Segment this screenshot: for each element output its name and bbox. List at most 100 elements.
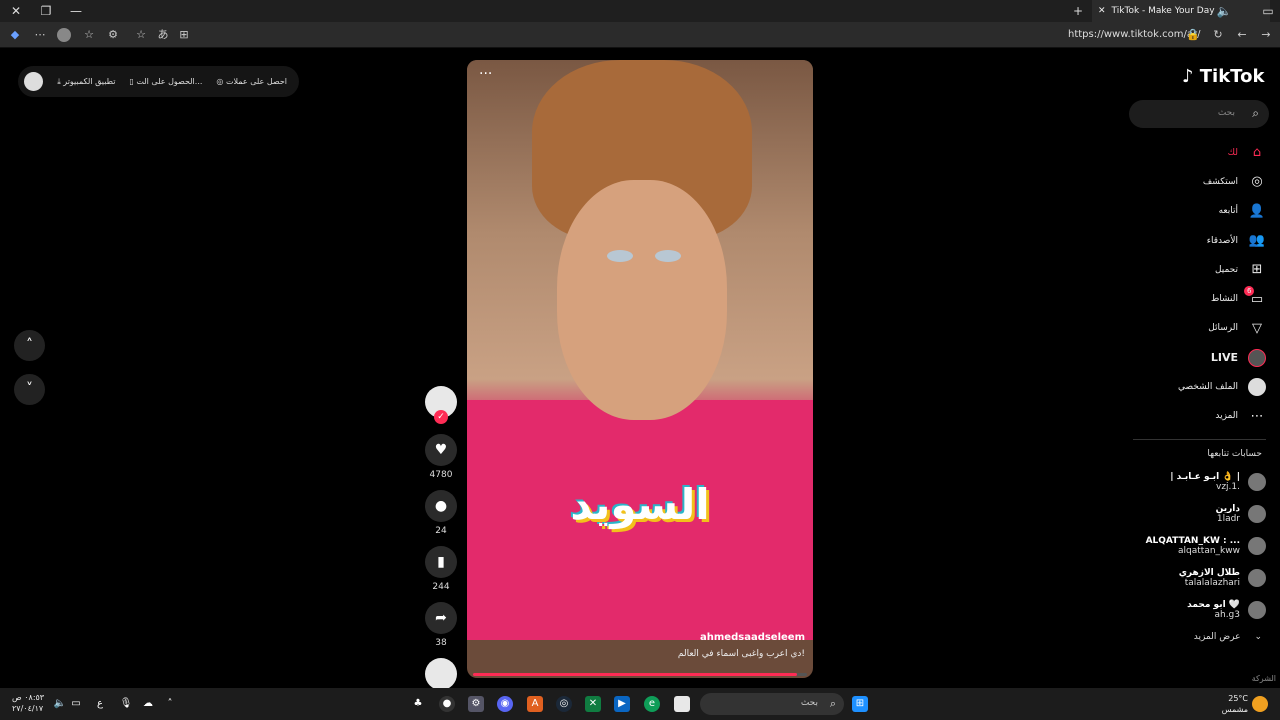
- windows-start-icon[interactable]: ⊞: [852, 696, 868, 712]
- desktop-app-link[interactable]: ⤓ تطبيق الكمبيوتر: [57, 77, 115, 87]
- app-icon-3[interactable]: ▶: [614, 696, 630, 712]
- microphone-icon[interactable]: 🎙: [118, 696, 134, 712]
- search-input[interactable]: بحث ⌕: [1129, 100, 1269, 128]
- app-icon-2[interactable]: A: [527, 696, 543, 712]
- sidebar-item-more[interactable]: المزيد ⋯: [1140, 402, 1266, 431]
- sidebar-item-explore[interactable]: استكشف ◎: [1140, 167, 1266, 196]
- profile-icon[interactable]: [57, 28, 71, 42]
- user-avatar[interactable]: [24, 72, 43, 91]
- following-account[interactable]: طلال الازهري talalalazhari: [1140, 562, 1266, 594]
- get-app-link[interactable]: ▯ الحصول على الت...: [129, 77, 202, 86]
- account-avatar: [1248, 473, 1266, 491]
- forward-icon[interactable]: →: [1259, 28, 1273, 42]
- creator-avatar[interactable]: ✓: [425, 386, 457, 424]
- video-author[interactable]: ahmedsaadseleem: [475, 632, 805, 643]
- get-app-label: الحصول على الت...: [136, 77, 203, 86]
- video-description: دي اعرب واغبى اسماء في العالم!: [677, 649, 805, 659]
- edge-icon[interactable]: e: [644, 696, 660, 712]
- refresh-icon[interactable]: ↻: [1211, 28, 1225, 42]
- minimize-window-icon[interactable]: —: [68, 3, 84, 19]
- get-coins-link[interactable]: ◎ احصل على عملات: [216, 77, 287, 86]
- new-tab-icon[interactable]: +: [1070, 3, 1086, 19]
- comment-button[interactable]: ●: [425, 490, 457, 522]
- volume-icon[interactable]: 🔈: [52, 696, 68, 712]
- onedrive-icon[interactable]: ☁: [140, 696, 156, 712]
- company-link[interactable]: الشركة: [1252, 674, 1276, 683]
- video-meta: ahmedsaadseleem دي اعرب واغبى اسماء في ا…: [467, 632, 813, 659]
- address-bar: ◆ ⋯ ☆ ⚙ ☆ あ ⊞ https://www.tiktok.com/ar/…: [0, 22, 1280, 48]
- tab-close-icon[interactable]: ✕: [1098, 6, 1106, 16]
- browser-tab[interactable]: ✕ TikTok - Make Your Day: [1092, 0, 1270, 22]
- extensions-icon[interactable]: ⚙: [106, 28, 120, 42]
- lock-icon[interactable]: 🔒: [1186, 28, 1200, 42]
- video-progress-bar[interactable]: [473, 673, 807, 676]
- split-screen-icon[interactable]: ⊞: [177, 28, 191, 42]
- account-avatar: [1248, 601, 1266, 619]
- sidebar-item-messages[interactable]: الرسائل ▽: [1140, 314, 1266, 343]
- more-options-icon[interactable]: ⋯: [33, 28, 47, 42]
- language-indicator[interactable]: ع: [92, 696, 108, 712]
- discord-icon[interactable]: ◉: [497, 696, 513, 712]
- taskbar-search[interactable]: بحث ⌕: [700, 693, 844, 715]
- tab-audio-icon[interactable]: 🔈: [1216, 3, 1232, 19]
- sidebar-item-profile[interactable]: الملف الشخصي: [1140, 372, 1266, 401]
- sidebar-item-friends[interactable]: الأصدقاء 👥: [1140, 226, 1266, 255]
- account-name: دارين: [1215, 504, 1240, 514]
- tiktok-logo[interactable]: ♪ TikTok: [1182, 66, 1264, 87]
- account-name: | ابـو عـابـد 👌 |: [1170, 472, 1240, 482]
- network-icon[interactable]: ▭: [68, 696, 84, 712]
- account-name: ALQATTAN_KW : ...: [1145, 536, 1240, 546]
- sidebar-item-following[interactable]: أتابعه 👤: [1140, 197, 1266, 226]
- activity-badge: 6: [1244, 285, 1255, 296]
- sidebar-item-live[interactable]: LIVE: [1140, 343, 1266, 372]
- browser-title-bar: ✕ ❐ — + ✕ TikTok - Make Your Day 🔈 ▭: [0, 0, 1280, 22]
- like-button[interactable]: ♥: [425, 434, 457, 466]
- xbox-icon[interactable]: ✕: [585, 696, 601, 712]
- steam-icon[interactable]: ◎: [556, 696, 572, 712]
- see-more-button[interactable]: عرض المزيد ⌄: [1194, 632, 1262, 642]
- sidebar-item-upload[interactable]: تحميل ⊞: [1140, 255, 1266, 284]
- following-account[interactable]: | ابـو عـابـد 👌 | vzj.1.: [1140, 466, 1266, 498]
- app-icon-1[interactable]: ♣: [410, 696, 426, 712]
- copilot-icon[interactable]: ◆: [8, 28, 22, 42]
- favorites-icon[interactable]: ☆: [82, 28, 96, 42]
- previous-video-button[interactable]: ˄: [14, 330, 45, 361]
- tab-actions-icon[interactable]: ▭: [1260, 3, 1276, 19]
- taskbar-clock[interactable]: ٠٨:٥٣ ص ٢٧/٠٤/١٧: [12, 692, 44, 714]
- next-video-button[interactable]: ˅: [14, 374, 45, 405]
- search-icon[interactable]: ⌕: [1252, 106, 1259, 121]
- back-icon[interactable]: ←: [1235, 28, 1249, 42]
- sidebar-item-for-you[interactable]: لك ⌂: [1140, 138, 1266, 167]
- tray-expand-icon[interactable]: ˄: [162, 696, 178, 712]
- save-button[interactable]: ▮: [425, 546, 457, 578]
- video-player[interactable]: السويد ··· ahmedsaadseleem دي اعرب واغبى…: [467, 60, 813, 678]
- live-icon: [1248, 348, 1266, 367]
- follow-plus-icon[interactable]: ✓: [434, 410, 448, 424]
- settings-app-icon[interactable]: ⚙: [468, 696, 484, 712]
- file-explorer-icon[interactable]: [674, 696, 690, 712]
- read-aloud-icon[interactable]: あ: [156, 28, 170, 42]
- windows-taskbar: ٠٨:٥٣ ص ٢٧/٠٤/١٧ 🔈 ▭ ع 🎙 ☁ ˄ ♣ ● ⚙ ◉ A ◎…: [0, 688, 1280, 720]
- video-eye-right: [655, 250, 681, 262]
- bookmark-icon: ▮: [437, 554, 445, 570]
- obs-icon[interactable]: ●: [439, 696, 455, 712]
- account-handle: ah.g3: [1214, 610, 1240, 620]
- following-account[interactable]: دارين 1ladr: [1140, 498, 1266, 530]
- sidebar-item-label: المزيد: [1215, 411, 1238, 422]
- weather-widget[interactable]: 25°C مشمس: [1218, 693, 1248, 715]
- share-button[interactable]: ➦: [425, 602, 457, 634]
- weather-temp: 25°C: [1228, 694, 1248, 703]
- url-field[interactable]: https://www.tiktok.com/ar/: [1068, 29, 1200, 40]
- video-overlay-text: السويد: [570, 480, 710, 529]
- sidebar-item-label: LIVE: [1210, 351, 1238, 365]
- video-more-icon[interactable]: ···: [479, 66, 492, 82]
- get-coins-label: احصل على عملات: [225, 77, 287, 86]
- sidebar-item-activity[interactable]: النشاط ▭ 6: [1140, 284, 1266, 313]
- add-favorite-icon[interactable]: ☆: [134, 28, 148, 42]
- close-window-icon[interactable]: ✕: [8, 3, 24, 19]
- sound-avatar[interactable]: [425, 658, 457, 690]
- following-account[interactable]: ابو محمد 🤍 ah.g3: [1140, 594, 1266, 626]
- user-follow-icon: 👤: [1248, 203, 1266, 219]
- following-account[interactable]: ALQATTAN_KW : ... alqattan_kww: [1140, 530, 1266, 562]
- restore-window-icon[interactable]: ❐: [38, 3, 54, 19]
